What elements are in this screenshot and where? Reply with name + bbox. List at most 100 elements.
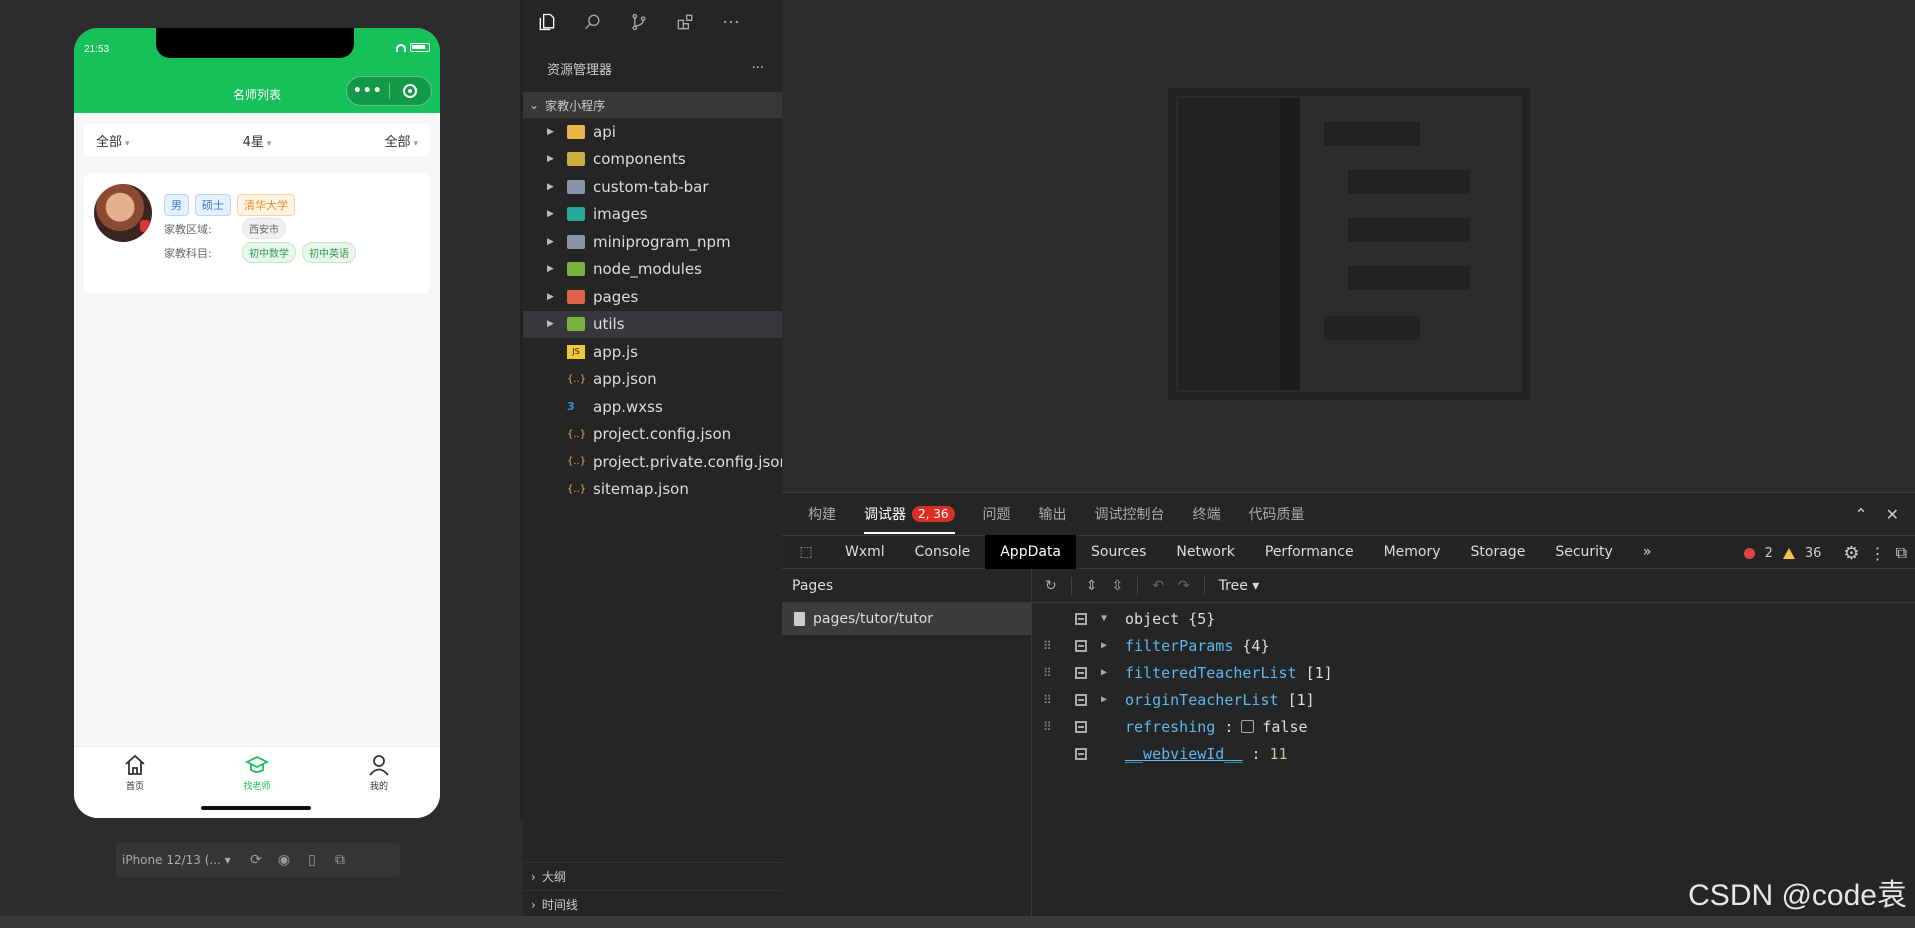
drag-handle-icon[interactable]: ⠿ [1043, 693, 1057, 707]
folder-pages[interactable]: ▶ pages [523, 283, 782, 311]
caret-right-icon[interactable]: ▶ [1101, 667, 1113, 678]
tab-security[interactable]: Security [1540, 535, 1628, 569]
phone-icon[interactable]: ▯ [302, 850, 322, 870]
tab-terminal[interactable]: 终端 [1193, 504, 1221, 524]
tab-home[interactable]: 首页 [74, 747, 196, 818]
multi-window-icon[interactable]: ⧉ [330, 850, 350, 870]
collapse-box-icon[interactable] [1075, 612, 1087, 625]
tree-row[interactable]: ⠿ ▶ originTeacherList [1] [1033, 686, 1915, 713]
view-mode-select[interactable]: Tree ▾ [1219, 578, 1260, 594]
caret-right-icon[interactable]: ▶ [547, 154, 559, 164]
explorer-more-button[interactable]: ··· [752, 61, 764, 76]
collapse-box-icon[interactable] [1075, 639, 1087, 652]
refresh-icon[interactable]: ↻ [1045, 578, 1057, 594]
file-app-json[interactable]: {..} app.json [523, 366, 782, 394]
device-select[interactable]: iPhone 12/13 (... ▾ [122, 853, 238, 867]
error-count[interactable]: 2 [1765, 546, 1773, 561]
menu-capsule[interactable]: ••• [346, 76, 432, 106]
folder-components[interactable]: ▶ components [523, 146, 782, 174]
folder-api[interactable]: ▶ api [523, 118, 782, 146]
caret-right-icon[interactable]: ▶ [547, 264, 559, 274]
tab-memory[interactable]: Memory [1369, 535, 1456, 569]
folder-node_modules[interactable]: ▶ node_modules [523, 256, 782, 284]
tab-problems[interactable]: 问题 [983, 504, 1011, 524]
refreshing-checkbox[interactable] [1241, 720, 1255, 733]
more-tabs-button[interactable]: » [1628, 535, 1667, 569]
drag-handle-icon[interactable]: ⠿ [1043, 639, 1057, 653]
file-app-js[interactable]: JS app.js [523, 338, 782, 366]
teacher-card[interactable]: 男 硕士 清华大学 家教区域: 西安市 家教科目: 初中数学 初中英语 [84, 174, 430, 294]
timeline-section[interactable]: › 时间线 [523, 890, 782, 918]
tab-debugger-label: 调试器 [864, 507, 906, 523]
tab-wxml[interactable]: Wxml [830, 535, 900, 569]
stop-icon[interactable]: ◉ [274, 850, 294, 870]
tab-debug-console[interactable]: 调试控制台 [1095, 504, 1165, 524]
expand-all-icon[interactable]: ⇳ [1111, 578, 1123, 594]
filter-subject[interactable]: 全部 ▾ [384, 131, 418, 150]
filter-rating[interactable]: 4星 ▾ [243, 131, 272, 150]
project-row[interactable]: ⌄ 家教小程序 [523, 92, 782, 118]
undo-icon[interactable]: ↶ [1152, 578, 1164, 594]
file-sitemap-json[interactable]: {..} sitemap.json [523, 476, 782, 504]
warning-count[interactable]: 36 [1805, 546, 1822, 561]
folder-miniprogram_npm[interactable]: ▶ miniprogram_npm [523, 228, 782, 256]
tab-build[interactable]: 构建 [808, 504, 836, 524]
tab-debugger[interactable]: 调试器 2, 36 [864, 504, 955, 534]
collapse-box-icon[interactable] [1075, 747, 1087, 760]
caret-right-icon[interactable]: ▶ [547, 292, 559, 302]
caret-right-icon[interactable]: ▶ [547, 319, 559, 329]
rotate-icon[interactable]: ⟳ [246, 850, 266, 870]
outline-section[interactable]: › 大纲 [523, 862, 782, 890]
caret-right-icon[interactable]: ▶ [547, 127, 559, 137]
collapse-box-icon[interactable] [1075, 693, 1087, 706]
settings-icon[interactable]: ⚙ [1843, 543, 1859, 564]
kebab-menu-icon[interactable]: ⋮ [1870, 544, 1886, 563]
caret-right-icon[interactable]: ▶ [1101, 640, 1113, 651]
more-icon[interactable] [721, 12, 741, 32]
tree-row[interactable]: ⠿ ▶ filterParams {4} [1033, 632, 1915, 659]
tree-row[interactable]: ⠿ ▶ filteredTeacherList [1] [1033, 659, 1915, 686]
tab-code-quality[interactable]: 代码质量 [1249, 504, 1305, 524]
tree-row[interactable]: __webviewId__ : 11 [1033, 740, 1915, 767]
file-project-private-config-json[interactable]: {..} project.private.config.json [523, 448, 789, 476]
tab-performance[interactable]: Performance [1250, 535, 1369, 569]
tree-root-row[interactable]: ▼ object {5} [1033, 605, 1915, 632]
tab-appdata[interactable]: AppData [985, 535, 1077, 569]
caret-right-icon[interactable]: ▶ [1101, 694, 1113, 705]
tab-console[interactable]: Console [900, 535, 986, 569]
extensions-icon[interactable] [675, 12, 695, 32]
tab-sources[interactable]: Sources [1076, 535, 1161, 569]
tree-row[interactable]: ⠿ refreshing : false [1033, 713, 1915, 740]
file-app-wxss[interactable]: 3 app.wxss [523, 393, 782, 421]
debugger-panel: 构建 调试器 2, 36 问题 输出 调试控制台 终端 代码质量 ⌃ ✕ ⬚ Wx… [782, 492, 1915, 917]
collapse-box-icon[interactable] [1075, 720, 1087, 733]
tab-network[interactable]: Network [1161, 535, 1249, 569]
source-control-icon[interactable] [629, 12, 649, 32]
tab-mine[interactable]: 我的 [318, 747, 440, 818]
close-icon[interactable]: ✕ [1886, 505, 1899, 524]
collapse-all-icon[interactable]: ⇕ [1086, 578, 1098, 594]
caret-right-icon[interactable]: ▶ [547, 182, 559, 192]
folder-utils[interactable]: ▶ utils [523, 310, 782, 338]
chevron-up-icon[interactable]: ⌃ [1854, 505, 1867, 524]
page-item[interactable]: pages/tutor/tutor [782, 603, 1031, 635]
tab-storage[interactable]: Storage [1456, 535, 1541, 569]
more-icon[interactable]: ••• [347, 83, 389, 99]
files-icon[interactable] [537, 12, 557, 32]
drag-handle-icon[interactable]: ⠿ [1043, 666, 1057, 680]
tab-output[interactable]: 输出 [1039, 504, 1067, 524]
folder-images[interactable]: ▶ images [523, 201, 782, 229]
file-project-config-json[interactable]: {..} project.config.json [523, 421, 782, 449]
collapse-box-icon[interactable] [1075, 666, 1087, 679]
close-capsule-button[interactable] [389, 84, 431, 98]
drag-handle-icon[interactable]: ⠿ [1043, 720, 1057, 734]
search-icon[interactable] [583, 12, 603, 32]
caret-down-icon[interactable]: ▼ [1101, 613, 1113, 624]
dock-icon[interactable]: ⧉ [1896, 543, 1907, 563]
folder-custom-tab-bar[interactable]: ▶ custom-tab-bar [523, 173, 782, 201]
filter-gender[interactable]: 全部 ▾ [96, 131, 130, 150]
redo-icon[interactable]: ↷ [1178, 578, 1190, 594]
caret-right-icon[interactable]: ▶ [547, 237, 559, 247]
inspect-element-icon[interactable]: ⬚ [782, 544, 830, 560]
caret-right-icon[interactable]: ▶ [547, 209, 559, 219]
